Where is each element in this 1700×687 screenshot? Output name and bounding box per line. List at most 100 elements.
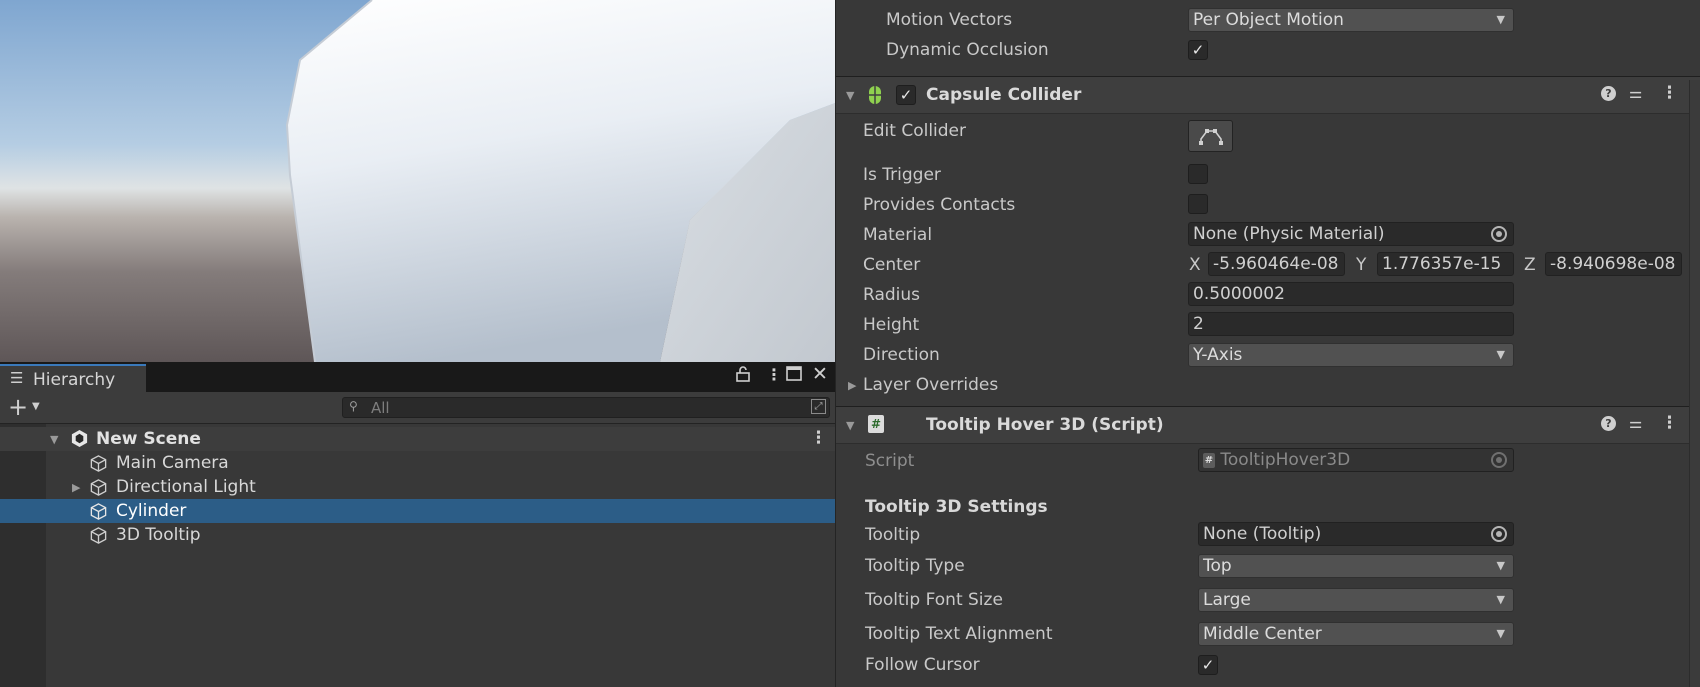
center-z-field[interactable]: -8.940698e-08	[1545, 252, 1682, 276]
radius-label: Radius	[863, 285, 921, 305]
field-value: TooltipHover3D	[1220, 450, 1351, 470]
maximize-icon[interactable]	[786, 366, 802, 385]
expand-arrow-icon[interactable]: ▶	[72, 481, 80, 494]
provides-contacts-label: Provides Contacts	[863, 195, 1016, 215]
gameobject-cube-icon	[89, 526, 108, 549]
hierarchy-list: ▼ New Scene ⋮ Main Camera ▶ Directional …	[0, 424, 835, 687]
edit-collider-label: Edit Collider	[863, 121, 967, 141]
tooltip-hover-3d-header[interactable]: ▼ # Tooltip Hover 3D (Script) ? ⚌ ⋮	[836, 406, 1700, 444]
search-options-icon[interactable]: ⤢	[811, 399, 826, 414]
gameobject-cube-icon	[89, 454, 108, 477]
capsule-collider-header[interactable]: ▼ ✓ Capsule Collider ? ⚌ ⋮	[836, 76, 1700, 114]
scene-view[interactable]	[0, 0, 835, 362]
radius-field[interactable]: 0.5000002	[1188, 282, 1514, 306]
scene-name: New Scene	[96, 429, 201, 449]
chevron-down-icon: ▼	[1496, 13, 1505, 26]
cylinder-render	[285, 0, 835, 362]
inspector-scrollbar[interactable]	[1689, 80, 1700, 687]
motion-vectors-dropdown[interactable]: Per Object Motion ▼	[1188, 8, 1514, 32]
search-icon: ⚲	[349, 399, 358, 413]
capsule-collider-icon	[868, 85, 882, 109]
close-icon[interactable]: ✕	[812, 363, 828, 385]
center-y-label: Y	[1356, 255, 1367, 275]
dynamic-occlusion-checkbox[interactable]: ✓	[1188, 40, 1208, 60]
center-x-label: X	[1189, 255, 1201, 275]
list-item-label: Cylinder	[116, 501, 187, 521]
object-picker-icon	[1491, 452, 1507, 468]
tooltip-text-alignment-dropdown[interactable]: Middle Center ▼	[1198, 622, 1514, 646]
script-icon: #	[1203, 452, 1215, 468]
is-trigger-label: Is Trigger	[863, 165, 941, 185]
tooltip-label: Tooltip	[865, 525, 921, 545]
provides-contacts-checkbox[interactable]	[1188, 194, 1208, 214]
unity-scene-icon	[70, 429, 89, 452]
material-label: Material	[863, 225, 933, 245]
layer-overrides-foldout[interactable]: Layer Overrides	[863, 375, 998, 395]
component-menu-icon[interactable]: ⋮	[1661, 83, 1678, 103]
center-label: Center	[863, 255, 921, 275]
is-trigger-checkbox[interactable]	[1188, 164, 1208, 184]
script-field: # TooltipHover3D	[1198, 448, 1514, 472]
component-menu-icon[interactable]: ⋮	[1661, 413, 1678, 433]
list-item-label: 3D Tooltip	[116, 525, 201, 545]
gameobject-cube-icon	[89, 478, 108, 501]
help-icon[interactable]: ?	[1601, 416, 1616, 431]
direction-dropdown[interactable]: Y-Axis ▼	[1188, 343, 1514, 367]
tooltip-field[interactable]: None (Tooltip)	[1198, 522, 1514, 546]
scene-row[interactable]: ▼ New Scene ⋮	[0, 427, 835, 451]
expand-arrow-icon[interactable]: ▶	[848, 379, 856, 392]
height-field[interactable]: 2	[1188, 312, 1514, 336]
object-picker-icon[interactable]	[1491, 226, 1507, 242]
search-input[interactable]: ⚲ All ⤢	[342, 397, 830, 418]
center-z-label: Z	[1524, 255, 1536, 275]
hierarchy-toolbar: + ▼ ⚲ All ⤢	[0, 392, 835, 424]
hierarchy-item-directional-light[interactable]: ▶ Directional Light	[0, 475, 835, 499]
chevron-down-icon[interactable]: ▼	[32, 401, 40, 412]
hierarchy-item-main-camera[interactable]: Main Camera	[0, 451, 835, 475]
hierarchy-panel: ☰ Hierarchy ⋮ ✕ + ▼ ⚲ All ⤢ ▼ New Scene …	[0, 362, 835, 687]
script-label: Script	[865, 451, 915, 471]
collapse-arrow-icon[interactable]: ▼	[846, 89, 854, 102]
search-placeholder: All	[371, 399, 390, 417]
hierarchy-item-cylinder[interactable]: Cylinder	[0, 499, 835, 523]
tooltip-font-size-dropdown[interactable]: Large ▼	[1198, 588, 1514, 612]
height-label: Height	[863, 315, 920, 335]
edit-collider-button[interactable]	[1188, 120, 1233, 152]
material-field[interactable]: None (Physic Material)	[1188, 222, 1514, 246]
help-icon[interactable]: ?	[1601, 86, 1616, 101]
scene-menu-icon[interactable]: ⋮	[810, 428, 827, 448]
chevron-down-icon: ▼	[1496, 627, 1505, 640]
dropdown-value: Middle Center	[1203, 624, 1322, 644]
inspector-panel: Motion Vectors Per Object Motion ▼ Dynam…	[835, 0, 1700, 687]
chevron-down-icon: ▼	[1496, 593, 1505, 606]
preset-icon[interactable]: ⚌	[1629, 414, 1642, 432]
lock-icon[interactable]	[736, 366, 750, 386]
center-y-field[interactable]: 1.776357e-15	[1377, 252, 1514, 276]
chevron-down-icon: ▼	[1496, 348, 1505, 361]
more-options-icon[interactable]: ⋮	[766, 365, 782, 384]
capsule-collider-enabled-checkbox[interactable]: ✓	[896, 85, 916, 105]
add-icon[interactable]: +	[8, 393, 28, 421]
object-picker-icon[interactable]	[1491, 526, 1507, 542]
tab-hierarchy[interactable]: ☰ Hierarchy	[0, 364, 146, 392]
hierarchy-tab-bar: ☰ Hierarchy ⋮ ✕	[0, 362, 835, 392]
tooltip-type-dropdown[interactable]: Top ▼	[1198, 554, 1514, 578]
component-title: Capsule Collider	[926, 85, 1082, 105]
hierarchy-item-3d-tooltip[interactable]: 3D Tooltip	[0, 523, 835, 547]
follow-cursor-checkbox[interactable]: ✓	[1198, 655, 1218, 675]
collapse-arrow-icon[interactable]: ▼	[846, 419, 854, 432]
chevron-down-icon: ▼	[1496, 559, 1505, 572]
preset-icon[interactable]: ⚌	[1629, 84, 1642, 102]
dropdown-value: Top	[1203, 556, 1232, 576]
expand-arrow-icon[interactable]: ▼	[50, 433, 58, 446]
dropdown-value: Y-Axis	[1193, 345, 1243, 365]
dynamic-occlusion-label: Dynamic Occlusion	[886, 40, 1049, 60]
edit-bounds-icon	[1199, 129, 1223, 145]
tooltip-font-size-label: Tooltip Font Size	[865, 590, 1003, 610]
dropdown-value: Per Object Motion	[1193, 10, 1344, 30]
script-icon: #	[868, 415, 884, 433]
tooltip-text-alignment-label: Tooltip Text Alignment	[865, 624, 1053, 644]
center-x-field[interactable]: -5.960464e-08	[1208, 252, 1345, 276]
list-item-label: Main Camera	[116, 453, 229, 473]
section-title: Tooltip 3D Settings	[865, 497, 1048, 517]
